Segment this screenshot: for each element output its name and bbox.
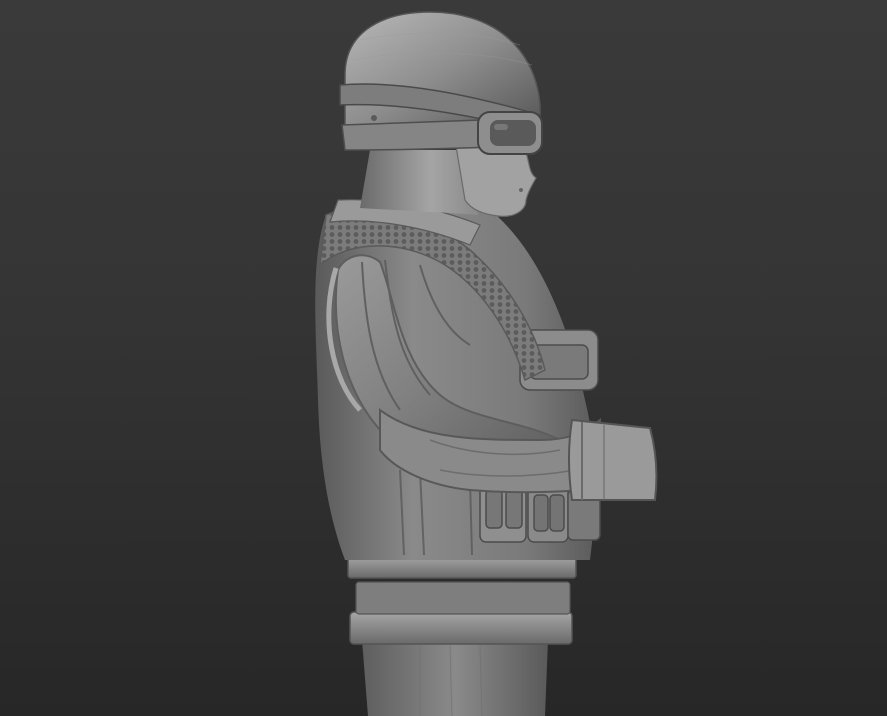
lower-belt — [349, 611, 573, 645]
3d-viewport[interactable] — [0, 0, 887, 716]
sculpt-render — [315, 11, 658, 716]
goggles-icon — [477, 111, 543, 155]
waist-band — [355, 581, 571, 615]
